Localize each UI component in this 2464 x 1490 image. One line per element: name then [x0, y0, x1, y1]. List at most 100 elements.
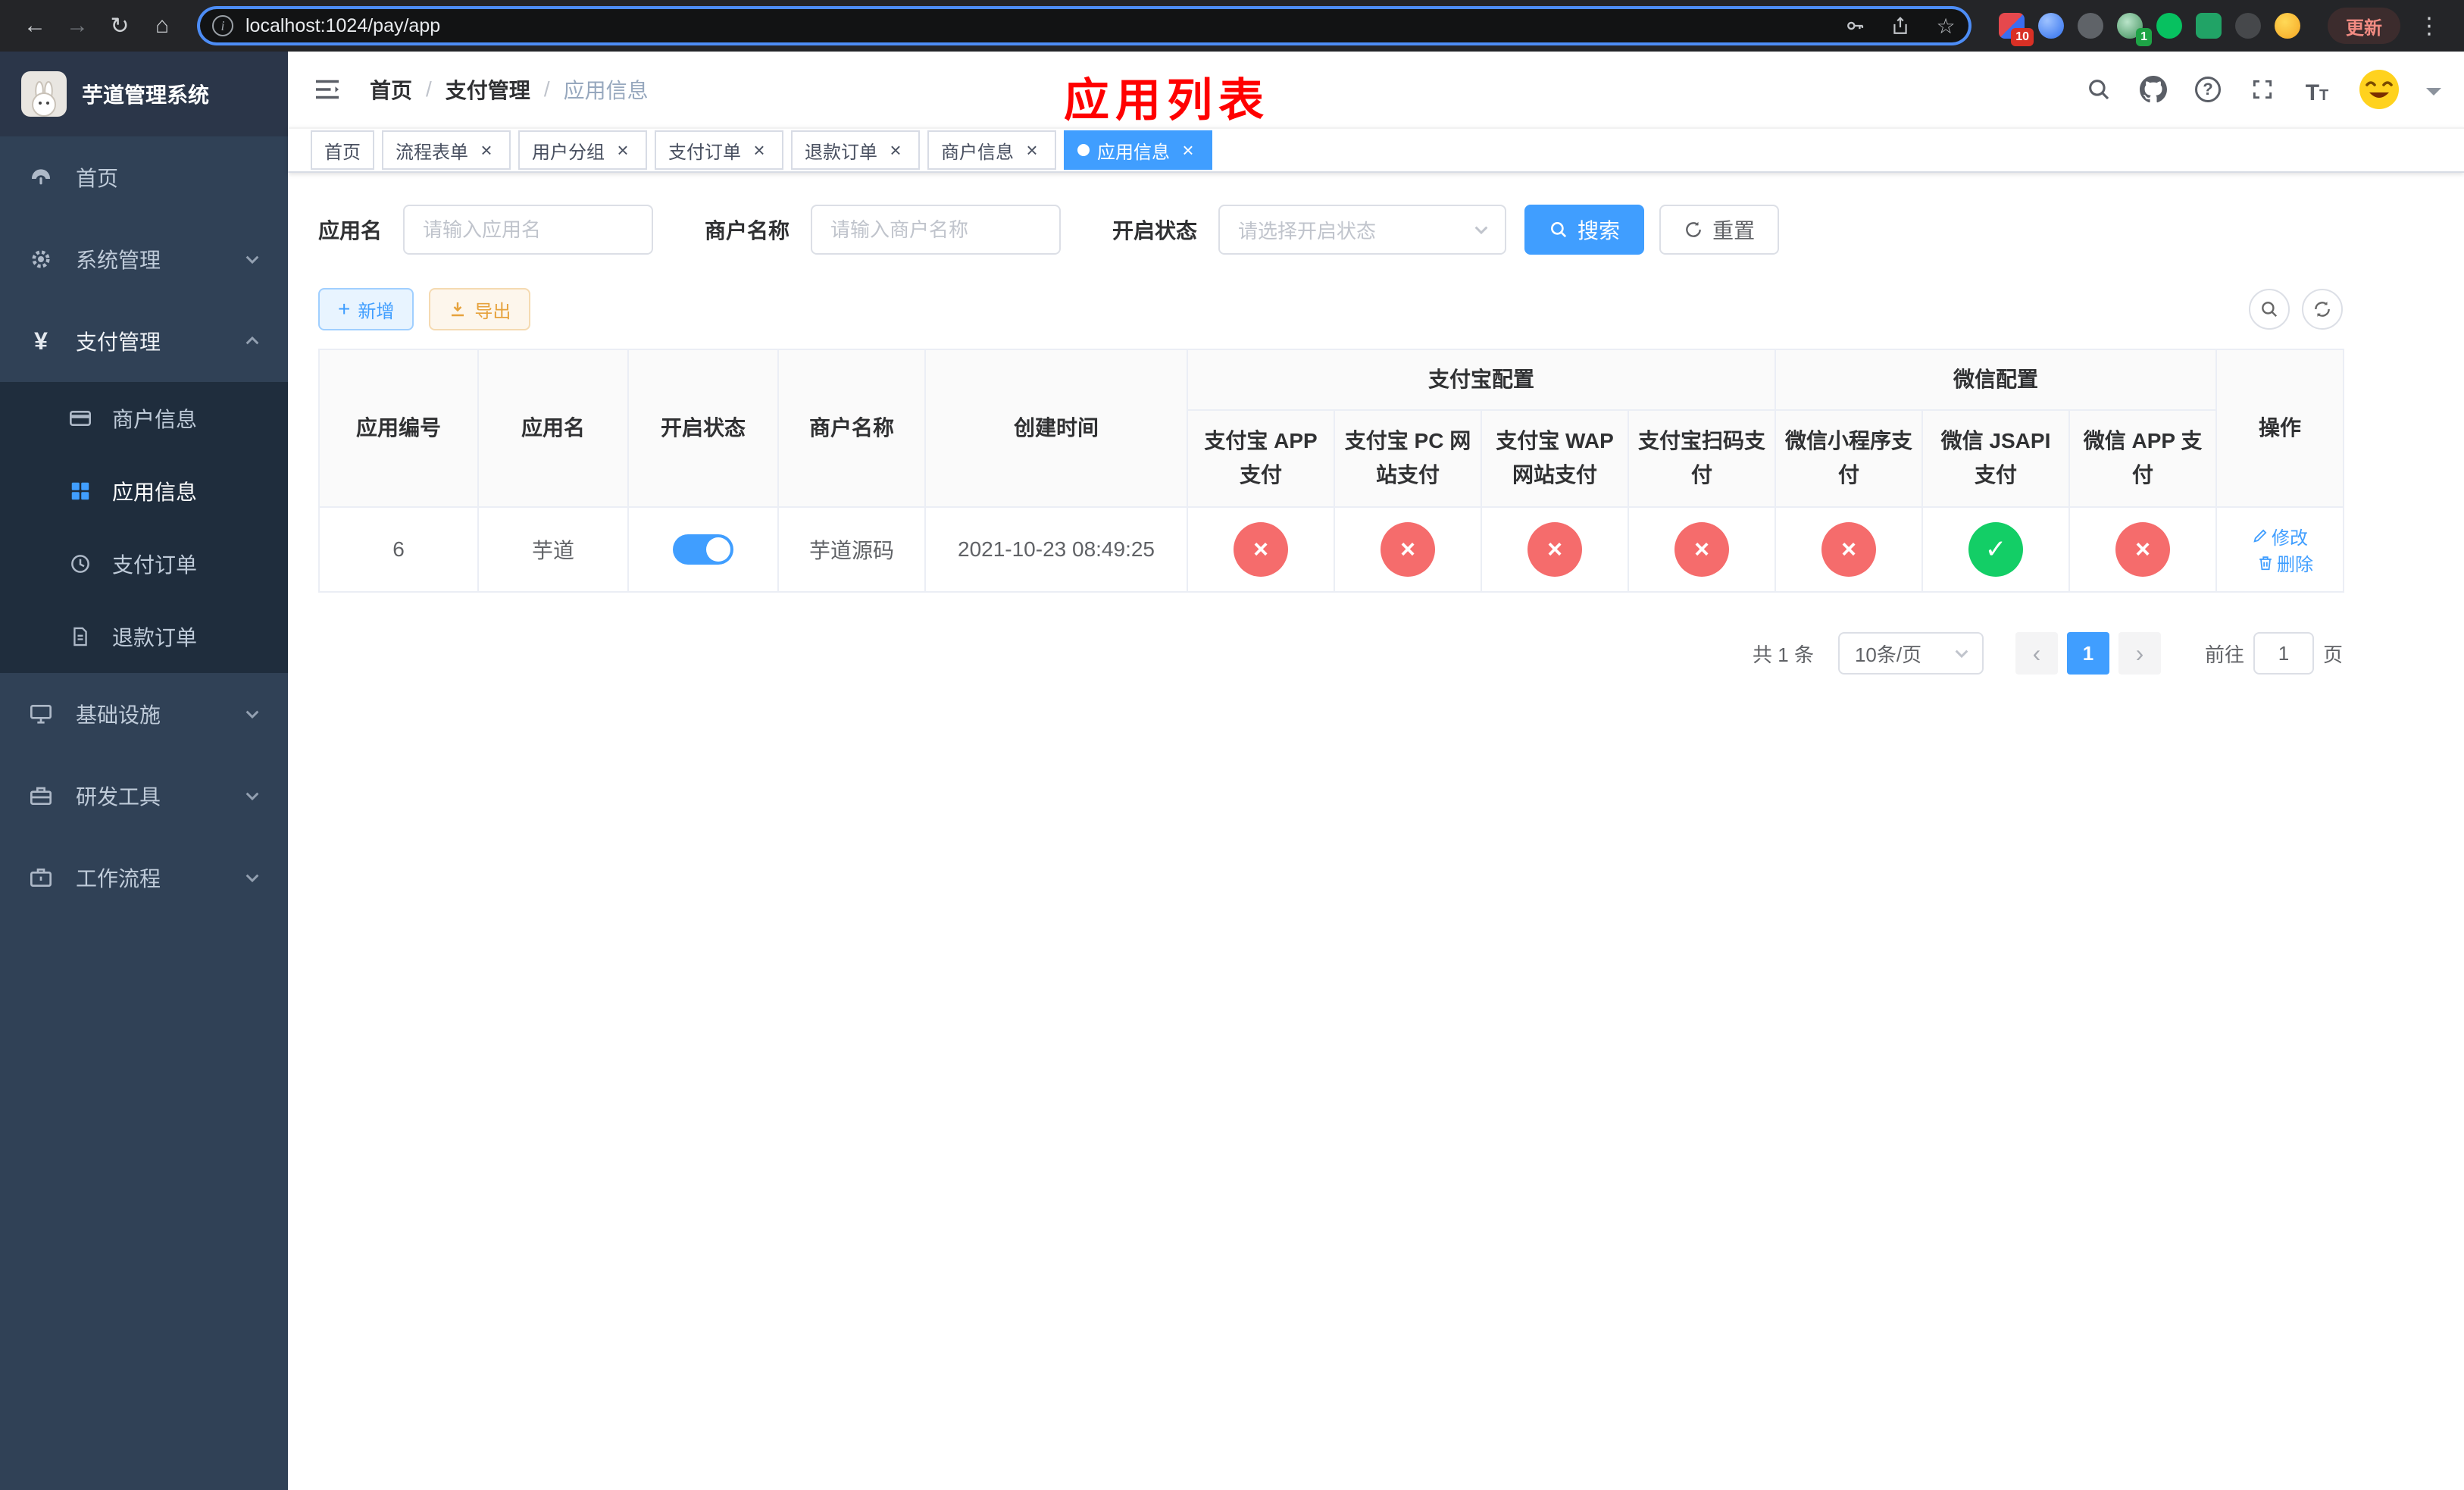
page-size-select[interactable]: 10条/页 — [1837, 632, 1984, 675]
search-button[interactable]: 搜索 — [1524, 205, 1645, 255]
search-icon[interactable] — [2084, 74, 2114, 105]
status-toggle[interactable] — [673, 534, 733, 565]
sidebar-item-app-info[interactable]: 应用信息 — [0, 455, 288, 527]
column-header-created: 创建时间 — [924, 349, 1188, 508]
sidebar-item-home[interactable]: 首页 — [0, 136, 288, 218]
prev-page-button[interactable]: ‹ — [2015, 632, 2058, 675]
plus-icon: + — [338, 297, 351, 321]
extension-icon[interactable]: 10 — [1999, 13, 2034, 46]
goto-page-input[interactable] — [2253, 632, 2314, 675]
cell-status — [627, 506, 779, 593]
edit-link[interactable]: 修改 — [2252, 523, 2308, 549]
sidebar-item-dev-tools[interactable]: 研发工具 — [0, 755, 288, 837]
delete-link-label: 删除 — [2277, 555, 2314, 575]
tab-close-icon[interactable]: × — [885, 139, 906, 161]
tab-close-icon[interactable]: × — [612, 139, 633, 161]
breadcrumb: 首页 / 支付管理 / 应用信息 — [370, 74, 649, 105]
tab-label: 退款订单 — [805, 142, 877, 163]
browser-update-button[interactable]: 更新 — [2328, 8, 2400, 44]
chevron-down-icon — [1953, 645, 1970, 662]
sidebar-menu: 首页 系统管理 ¥ 支付管理 商户信息 应用信息 支付订单 退款订单 基础设施 … — [0, 136, 288, 919]
tab-close-icon[interactable]: × — [1021, 139, 1043, 161]
reset-button-label: 重置 — [1712, 219, 1756, 243]
tab-refund-order[interactable]: 退款订单 × — [791, 130, 920, 170]
toolbox-icon — [27, 784, 55, 808]
merchant-name-input[interactable] — [811, 205, 1062, 255]
tab-close-icon[interactable]: × — [1177, 139, 1199, 161]
help-icon[interactable]: ? — [2193, 74, 2223, 105]
extension-icon[interactable] — [2078, 13, 2103, 39]
extensions-puzzle-icon[interactable] — [2235, 13, 2261, 39]
extension-icon[interactable] — [2196, 13, 2222, 39]
cell-wechat-mini: × — [1775, 506, 1924, 593]
page-1-button[interactable]: 1 — [2066, 632, 2109, 675]
status-select[interactable]: 请选择开启状态 — [1218, 205, 1507, 255]
address-bar[interactable]: i localhost:1024/pay/app ☆ — [197, 6, 1972, 45]
bookmark-star-icon[interactable]: ☆ — [1929, 9, 1962, 42]
channel-status-icon: ✓ — [1968, 522, 2024, 577]
app-name-input[interactable] — [403, 205, 654, 255]
table-toolbar: + 新增 导出 — [318, 288, 2343, 330]
app-logo[interactable]: 芋道管理系统 — [0, 52, 288, 136]
breadcrumb-current: 应用信息 — [563, 79, 649, 102]
extensions-area: 10 1 — [1987, 13, 2312, 46]
refresh-table-button[interactable] — [2302, 289, 2343, 330]
extension-icon[interactable]: 1 — [2117, 13, 2152, 46]
screen: ← → ↻ ⌂ i localhost:1024/pay/app ☆ 10 1 … — [0, 0, 2464, 1490]
export-button[interactable]: 导出 — [429, 288, 531, 330]
emoji-extension-icon[interactable] — [2275, 13, 2300, 39]
font-size-icon[interactable]: TT — [2302, 74, 2332, 105]
sidebar-item-workflow[interactable]: 工作流程 — [0, 837, 288, 919]
fullscreen-icon[interactable] — [2247, 74, 2278, 105]
tab-app-info[interactable]: 应用信息 × — [1064, 130, 1212, 170]
sidebar-item-refund-order[interactable]: 退款订单 — [0, 600, 288, 673]
sidebar-item-label: 工作流程 — [76, 867, 161, 891]
breadcrumb-home[interactable]: 首页 — [370, 74, 412, 105]
browser-back-icon[interactable]: ← — [15, 6, 55, 45]
user-menu-caret-icon[interactable] — [2426, 88, 2441, 103]
site-info-icon[interactable]: i — [212, 15, 233, 36]
tab-process-form[interactable]: 流程表单 × — [382, 130, 511, 170]
sidebar-item-infrastructure[interactable]: 基础设施 — [0, 673, 288, 755]
tab-close-icon[interactable]: × — [749, 139, 770, 161]
tab-label: 应用信息 — [1097, 142, 1170, 163]
document-icon — [67, 625, 94, 648]
sidebar-item-payment[interactable]: ¥ 支付管理 — [0, 300, 288, 382]
column-header-wechat-jsapi: 微信 JSAPI 支付 — [1921, 409, 2071, 508]
user-avatar[interactable] — [2356, 67, 2402, 112]
cell-app-name: 芋道 — [477, 506, 629, 593]
pagination: 共 1 条 10条/页 ‹ 1 › 前往 页 — [318, 632, 2343, 675]
github-icon[interactable] — [2138, 74, 2169, 105]
tab-close-icon[interactable]: × — [476, 139, 497, 161]
extension-icon[interactable] — [2038, 13, 2064, 39]
channel-status-icon: × — [1821, 522, 1877, 577]
password-key-icon[interactable] — [1838, 9, 1871, 42]
browser-forward-icon[interactable]: → — [58, 6, 97, 45]
page-content: 应用名 商户名称 开启状态 请选择开启状态 — [288, 173, 2464, 1490]
table-row: 6 芋道 芋道源码 2021-10-23 08:49:25 × × × × × — [318, 506, 2345, 593]
sidebar-item-label: 支付管理 — [76, 330, 161, 354]
briefcase-icon — [27, 866, 55, 890]
browser-home-icon[interactable]: ⌂ — [142, 6, 182, 45]
channel-status-icon: × — [2115, 522, 2171, 577]
add-button[interactable]: + 新增 — [318, 288, 414, 330]
breadcrumb-payment[interactable]: 支付管理 — [446, 74, 530, 105]
wechat-extension-icon[interactable] — [2156, 13, 2182, 39]
browser-reload-icon[interactable]: ↻ — [100, 6, 139, 45]
sidebar-item-pay-order[interactable]: 支付订单 — [0, 527, 288, 600]
share-icon[interactable] — [1884, 9, 1917, 42]
browser-menu-icon[interactable]: ⋮ — [2409, 6, 2449, 45]
reset-button[interactable]: 重置 — [1659, 205, 1780, 255]
column-header-merchant: 商户名称 — [777, 349, 926, 508]
delete-link[interactable]: 删除 — [2257, 549, 2313, 576]
sidebar-item-merchant-info[interactable]: 商户信息 — [0, 382, 288, 455]
sidebar-toggle-icon[interactable] — [311, 73, 344, 106]
next-page-button[interactable]: › — [2118, 632, 2161, 675]
tab-pay-order[interactable]: 支付订单 × — [655, 130, 783, 170]
tab-home[interactable]: 首页 — [311, 130, 374, 170]
tab-user-group[interactable]: 用户分组 × — [518, 130, 647, 170]
cell-alipay-pc: × — [1334, 506, 1482, 593]
tab-merchant-info[interactable]: 商户信息 × — [927, 130, 1056, 170]
sidebar-item-system[interactable]: 系统管理 — [0, 218, 288, 300]
toggle-search-button[interactable] — [2249, 289, 2290, 330]
